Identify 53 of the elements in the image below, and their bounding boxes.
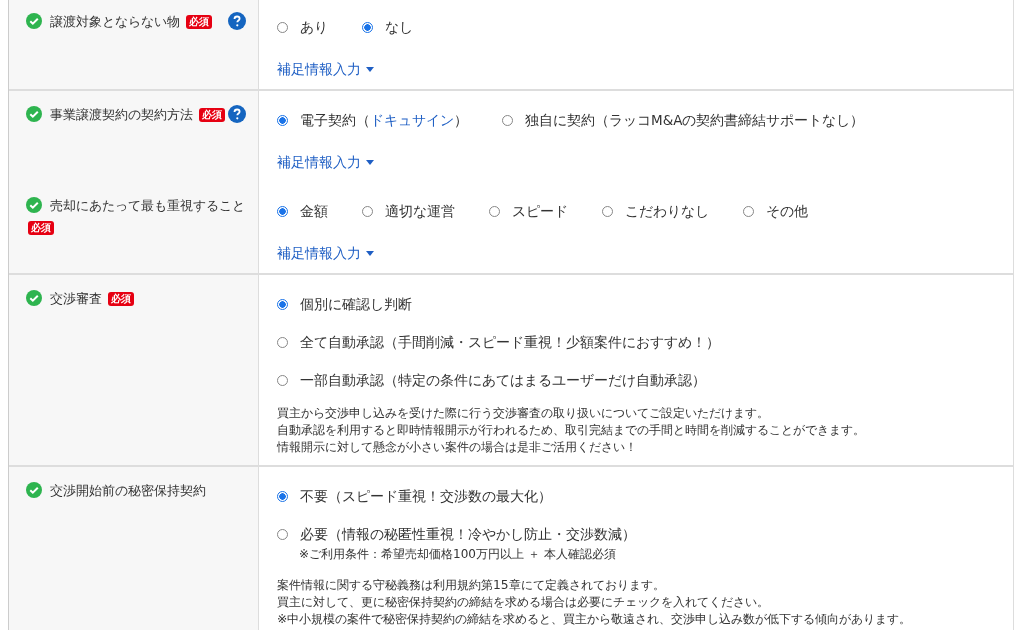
caret-down-icon bbox=[366, 250, 374, 256]
radio-button[interactable] bbox=[602, 205, 613, 217]
help-text: 情報開示に対して懸念が小さい案件の場合は是非ご活用ください！ bbox=[277, 439, 638, 456]
radio-option[interactable]: 全て自動承認（手間削減・スピード重視！少額案件におすすめ！） bbox=[277, 331, 720, 353]
radio-option[interactable]: 個別に確認し判断 bbox=[277, 293, 412, 315]
field-label: 売却にあたって最も重視すること 必須 bbox=[26, 195, 246, 239]
caret-down-icon bbox=[366, 159, 374, 165]
caret-down-icon bbox=[366, 66, 374, 72]
radio-button[interactable] bbox=[277, 528, 288, 540]
help-text: 自動承認を利用すると即時情報開示が行われるため、取引完結までの手間と時間を削減することができます。 bbox=[277, 422, 866, 439]
radio-button[interactable] bbox=[277, 114, 288, 126]
help-icon[interactable] bbox=[228, 105, 246, 123]
radio-option[interactable]: 不要（スピード重視！交渉数の最大化） bbox=[277, 485, 552, 507]
field-label: 交渉開始前の秘密保持契約 bbox=[26, 480, 246, 502]
radio-button[interactable] bbox=[277, 21, 288, 33]
radio-option[interactable]: 適切な運営 bbox=[362, 200, 455, 222]
field-label: 交渉審査 必須 bbox=[26, 288, 246, 310]
radio-option[interactable]: 必要（情報の秘匿性重視！冷やかし防止・交渉数減） bbox=[277, 523, 636, 545]
radio-option[interactable]: 電子契約（ドキュサイン） bbox=[277, 109, 468, 131]
radio-button[interactable] bbox=[362, 205, 373, 217]
help-text: 買主から交渉申し込みを受けた際に行う交渉審査の取り扱いについてご設定いただけます。 bbox=[277, 405, 770, 422]
supplement-info-toggle[interactable]: 補足情報入力 bbox=[277, 242, 374, 264]
option-note: ※ご利用条件：希望売却価格100万円以上 ＋ 本人確認必須 bbox=[299, 546, 617, 563]
help-text: 案件情報に関する守秘義務は利用規約第15章にて定義されております。 bbox=[277, 577, 666, 594]
supplement-info-toggle[interactable]: 補足情報入力 bbox=[277, 58, 374, 80]
required-badge: 必須 bbox=[28, 221, 54, 235]
radio-button[interactable] bbox=[743, 205, 754, 217]
radio-button[interactable] bbox=[277, 336, 288, 348]
radio-option[interactable]: こだわりなし bbox=[602, 200, 709, 222]
radio-button[interactable] bbox=[277, 490, 288, 502]
radio-option[interactable]: その他 bbox=[743, 200, 808, 222]
required-badge: 必須 bbox=[199, 108, 226, 122]
radio-button[interactable] bbox=[362, 21, 373, 33]
help-text: 買主に対して、更に秘密保持契約の締結を求める場合は必要にチェックを入れてください。 bbox=[277, 594, 770, 611]
help-icon[interactable] bbox=[228, 12, 246, 30]
radio-option[interactable]: なし bbox=[362, 16, 413, 38]
docusign-link[interactable]: ドキュサイン bbox=[370, 112, 454, 128]
radio-button[interactable] bbox=[277, 205, 288, 217]
radio-button[interactable] bbox=[502, 114, 513, 126]
help-text: ※中小規模の案件で秘密保持契約の締結を求めると、買主から敬遠され、交渉申し込み数が低下する傾向があります。 bbox=[277, 611, 913, 628]
radio-option[interactable]: 金額 bbox=[277, 200, 328, 222]
required-badge: 必須 bbox=[108, 292, 135, 306]
radio-option[interactable]: あり bbox=[277, 16, 328, 38]
radio-button[interactable] bbox=[277, 374, 288, 386]
radio-option[interactable]: スピード bbox=[489, 200, 568, 222]
radio-option[interactable]: 独自に契約（ラッコM&Aの契約書締結サポートなし） bbox=[502, 109, 865, 131]
required-badge: 必須 bbox=[186, 15, 213, 29]
field-label: 譲渡対象とならない物 必須 bbox=[26, 11, 246, 33]
radio-button[interactable] bbox=[277, 298, 288, 310]
radio-option[interactable]: 一部自動承認（特定の条件にあてはまるユーザーだけ自動承認） bbox=[277, 369, 706, 391]
field-label: 事業譲渡契約の契約方法 必須 bbox=[26, 104, 246, 126]
supplement-info-toggle[interactable]: 補足情報入力 bbox=[277, 151, 374, 173]
radio-button[interactable] bbox=[489, 205, 500, 217]
